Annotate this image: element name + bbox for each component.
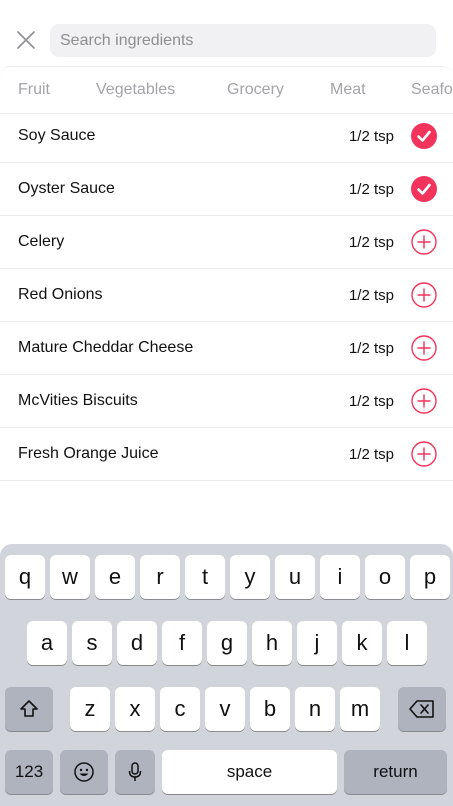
ingredient-name: McVities Biscuits — [18, 392, 138, 409]
key-t[interactable]: t — [185, 555, 225, 599]
key-x[interactable]: x — [115, 687, 155, 731]
key-c[interactable]: c — [160, 687, 200, 731]
remove-ingredient-button[interactable] — [411, 123, 437, 149]
ingredient-row[interactable]: Fresh Orange Juice 1/2 tsp — [0, 428, 453, 481]
ingredient-name: Soy Sauce — [18, 127, 96, 144]
ingredient-picker-screen: Fruit Vegetables Grocery Meat Seafood So… — [0, 0, 453, 806]
ingredient-quantity: 1/2 tsp — [348, 393, 394, 410]
ingredient-quantity: 1/2 tsp — [348, 181, 394, 198]
key-b[interactable]: b — [250, 687, 290, 731]
plus-circle-icon — [411, 388, 437, 414]
ingredient-name: Mature Cheddar Cheese — [18, 339, 194, 356]
key-a[interactable]: a — [27, 621, 67, 665]
tab-grocery[interactable]: Grocery — [227, 81, 284, 99]
key-u[interactable]: u — [275, 555, 315, 599]
key-q[interactable]: q — [5, 555, 45, 599]
key-r[interactable]: r — [140, 555, 180, 599]
tab-vegetables[interactable]: Vegetables — [96, 81, 175, 99]
backspace-key[interactable] — [398, 687, 446, 731]
ingredient-quantity: 1/2 tsp — [348, 128, 394, 145]
key-e[interactable]: e — [95, 555, 135, 599]
key-i[interactable]: i — [320, 555, 360, 599]
key-o[interactable]: o — [365, 555, 405, 599]
key-p[interactable]: p — [410, 555, 450, 599]
key-h[interactable]: h — [252, 621, 292, 665]
key-g[interactable]: g — [207, 621, 247, 665]
plus-circle-icon — [411, 441, 437, 467]
ingredient-name: Oyster Sauce — [18, 180, 115, 197]
ingredient-list: Soy Sauce 1/2 tsp Oyster Sauce 1/2 tsp Celer… — [0, 110, 453, 481]
remove-ingredient-button[interactable] — [411, 176, 437, 202]
plus-circle-icon — [411, 282, 437, 308]
key-k[interactable]: k — [342, 621, 382, 665]
add-ingredient-button[interactable] — [411, 335, 437, 361]
ingredient-row[interactable]: Mature Cheddar Cheese 1/2 tsp — [0, 322, 453, 375]
add-ingredient-button[interactable] — [411, 282, 437, 308]
ingredient-row[interactable]: Soy Sauce 1/2 tsp — [0, 110, 453, 163]
add-ingredient-button[interactable] — [411, 441, 437, 467]
key-w[interactable]: w — [50, 555, 90, 599]
search-header — [0, 0, 453, 66]
emoji-key[interactable] — [60, 750, 108, 794]
ingredient-quantity: 1/2 tsp — [348, 287, 394, 304]
key-z[interactable]: z — [70, 687, 110, 731]
ingredient-quantity: 1/2 tsp — [348, 446, 394, 463]
shift-key[interactable] — [5, 687, 53, 731]
key-y[interactable]: y — [230, 555, 270, 599]
close-button[interactable] — [12, 26, 40, 54]
add-ingredient-button[interactable] — [411, 229, 437, 255]
tab-fruit[interactable]: Fruit — [18, 81, 50, 99]
ingredient-row[interactable]: Oyster Sauce 1/2 tsp — [0, 163, 453, 216]
category-tabs: Fruit Vegetables Grocery Meat Seafood — [0, 66, 453, 114]
search-input[interactable] — [50, 24, 436, 57]
checkmark-circle-icon — [411, 176, 437, 202]
shift-icon — [20, 700, 38, 717]
dictation-key[interactable] — [115, 750, 155, 794]
ingredient-row[interactable]: McVities Biscuits 1/2 tsp — [0, 375, 453, 428]
close-icon — [17, 31, 35, 49]
ingredient-quantity: 1/2 tsp — [348, 340, 394, 357]
ingredient-quantity: 1/2 tsp — [348, 234, 394, 251]
ingredient-row[interactable]: Red Onions 1/2 tsp — [0, 269, 453, 322]
key-v[interactable]: v — [205, 687, 245, 731]
return-key[interactable]: return — [344, 750, 447, 794]
key-d[interactable]: d — [117, 621, 157, 665]
microphone-icon — [128, 762, 142, 781]
ingredient-name: Celery — [18, 233, 65, 250]
ingredient-row[interactable]: Celery 1/2 tsp — [0, 216, 453, 269]
keyboard: q w e r t y u i o p a s d f g h j k l z x c v b n m 123 space return — [0, 544, 453, 806]
plus-circle-icon — [411, 335, 437, 361]
key-m[interactable]: m — [340, 687, 380, 731]
key-n[interactable]: n — [295, 687, 335, 731]
tab-meat[interactable]: Meat — [330, 81, 366, 99]
numbers-key[interactable]: 123 — [5, 750, 53, 794]
tab-seafood[interactable]: Seafood — [411, 81, 453, 99]
add-ingredient-button[interactable] — [411, 388, 437, 414]
key-l[interactable]: l — [387, 621, 427, 665]
ingredient-name: Red Onions — [18, 286, 103, 303]
space-key[interactable]: space — [162, 750, 337, 794]
key-j[interactable]: j — [297, 621, 337, 665]
checkmark-circle-icon — [411, 123, 437, 149]
key-f[interactable]: f — [162, 621, 202, 665]
ingredient-name: Fresh Orange Juice — [18, 445, 159, 462]
key-s[interactable]: s — [72, 621, 112, 665]
backspace-icon — [409, 700, 434, 718]
plus-circle-icon — [411, 229, 437, 255]
emoji-icon — [74, 762, 94, 782]
